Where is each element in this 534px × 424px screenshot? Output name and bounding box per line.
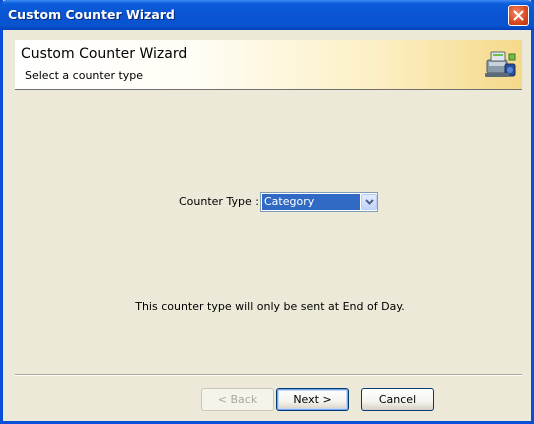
close-icon xyxy=(513,10,524,21)
info-message: This counter type will only be sent at E… xyxy=(135,300,405,313)
footer-divider xyxy=(15,374,522,376)
counter-type-label: Counter Type : xyxy=(179,195,259,208)
counter-type-select[interactable]: Category xyxy=(260,192,378,212)
close-button[interactable] xyxy=(508,5,529,26)
back-button[interactable]: < Back xyxy=(201,388,274,411)
window-title: Custom Counter Wizard xyxy=(8,7,175,22)
title-bar[interactable]: Custom Counter Wizard xyxy=(0,0,534,30)
wizard-window: Custom Counter Wizard Custom Counter Wiz… xyxy=(0,0,534,424)
chevron-down-icon xyxy=(364,199,374,205)
header-title: Custom Counter Wizard xyxy=(21,46,188,62)
counter-type-value: Category xyxy=(262,194,360,210)
header-subtitle: Select a counter type xyxy=(25,69,144,82)
cancel-button[interactable]: Cancel xyxy=(361,388,434,411)
next-button[interactable]: Next > xyxy=(276,388,349,411)
wizard-machine-icon xyxy=(485,51,516,77)
dropdown-button[interactable] xyxy=(361,194,377,210)
wizard-header: Custom Counter Wizard Select a counter t… xyxy=(15,40,522,90)
